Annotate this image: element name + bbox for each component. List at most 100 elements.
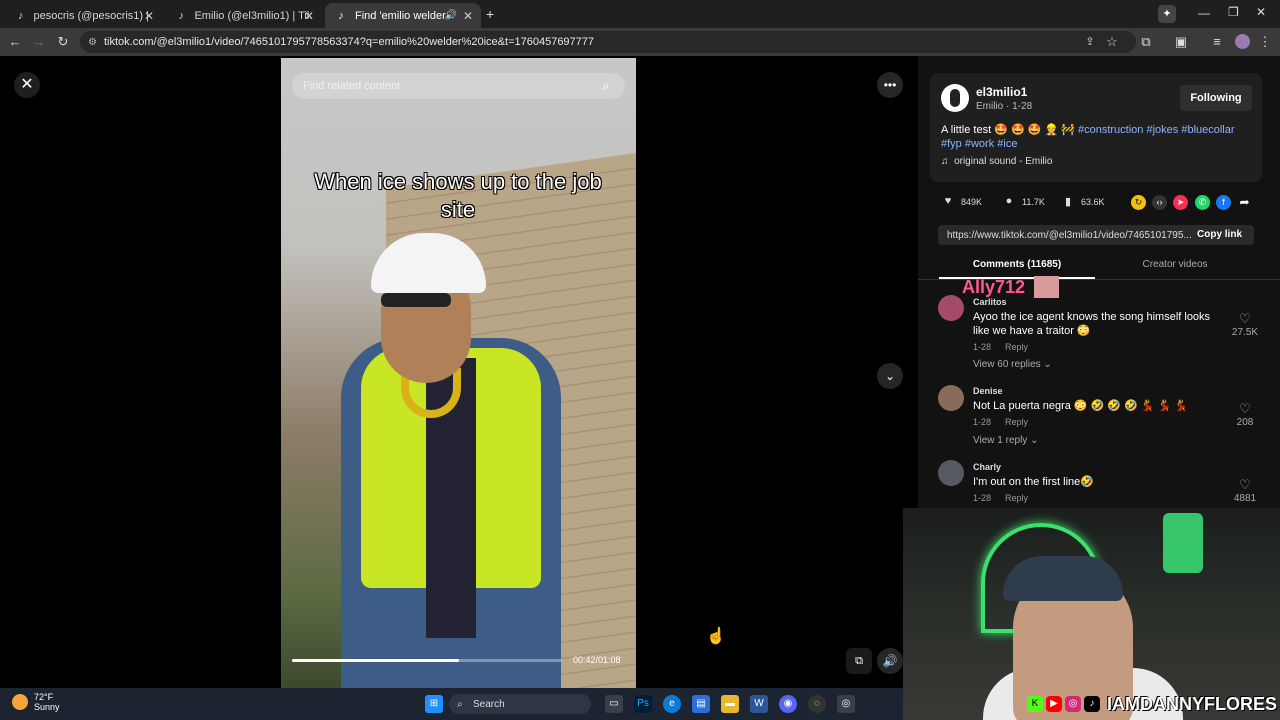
store-icon[interactable]: ▤ bbox=[692, 695, 710, 713]
description-text: A little test 🤩 🤩 🤩 👷 🚧 bbox=[941, 124, 1075, 136]
hashtag-link[interactable]: #construction bbox=[1078, 124, 1143, 136]
site-info-icon[interactable]: ⚙ bbox=[88, 37, 97, 48]
reply-button[interactable]: Reply bbox=[1005, 417, 1028, 427]
hashtag-link[interactable]: #bluecollar bbox=[1181, 124, 1234, 136]
related-search-input[interactable]: Find related content bbox=[292, 73, 625, 99]
tab-comments[interactable]: Comments (11685) bbox=[939, 259, 1095, 270]
volume-icon[interactable]: 🔊 bbox=[877, 648, 903, 674]
close-icon[interactable]: ✕ bbox=[304, 9, 314, 23]
browser-tab-2[interactable]: ♪ Emilio (@el3milio1) | TikTok ✕ bbox=[166, 3, 322, 28]
close-video-button[interactable]: ✕ bbox=[14, 72, 40, 98]
url-text: tiktok.com/@el3milio1/video/746510179577… bbox=[104, 36, 595, 48]
browser-tab-3[interactable]: ♪ Find 'emilio welder ice' on 🔊 ✕ bbox=[325, 3, 481, 28]
tab-creator-videos[interactable]: Creator videos bbox=[1097, 259, 1253, 270]
creator-avatar[interactable] bbox=[941, 84, 969, 112]
weather-widget[interactable]: 72°F Sunny bbox=[12, 692, 60, 712]
video-player[interactable] bbox=[281, 58, 636, 688]
view-replies-button[interactable]: View 1 reply ⌄ bbox=[973, 435, 1038, 446]
instagram-icon: ◎ bbox=[1065, 696, 1081, 712]
windows-start-icon[interactable]: ⊞ bbox=[425, 695, 443, 713]
address-bar[interactable]: ⚙ tiktok.com/@el3milio1/video/7465101795… bbox=[80, 31, 1136, 53]
more-options-icon[interactable]: ••• bbox=[877, 72, 903, 98]
save-count: 63.6K bbox=[1081, 197, 1105, 207]
taskbar-search[interactable]: ⌕ Search bbox=[449, 694, 591, 714]
reply-button[interactable]: Reply bbox=[1005, 493, 1028, 503]
comment-like[interactable]: ♡ 4881 bbox=[1225, 477, 1265, 504]
commenter-avatar[interactable] bbox=[938, 295, 964, 321]
browser-tab-1[interactable]: ♪ pesocris (@pesocris1) | TikTok ✕ bbox=[6, 3, 162, 28]
new-tab-icon[interactable]: + bbox=[486, 6, 494, 22]
video-caption: When ice shows up to the job site bbox=[314, 169, 602, 222]
restore-icon[interactable]: ❐ bbox=[1228, 5, 1239, 19]
extensions-icon[interactable]: ⧉ bbox=[1137, 33, 1155, 51]
discord-icon[interactable]: ◉ bbox=[779, 695, 797, 713]
embed-icon[interactable]: ‹› bbox=[1152, 195, 1167, 210]
back-icon[interactable]: ← bbox=[6, 33, 24, 51]
sound-label: original sound - Emilio bbox=[954, 156, 1053, 167]
minimize-icon[interactable]: — bbox=[1198, 6, 1210, 20]
following-button[interactable]: Following bbox=[1180, 85, 1252, 111]
comment-icon: ● bbox=[1005, 195, 1013, 207]
chevron-down-icon[interactable]: ⌄ bbox=[877, 363, 903, 389]
view-replies-button[interactable]: View 60 replies ⌄ bbox=[973, 359, 1052, 370]
comment-like-count: 27.5K bbox=[1231, 327, 1259, 338]
repost-icon[interactable]: ↻ bbox=[1131, 195, 1146, 210]
heart-outline-icon: ♡ bbox=[1239, 311, 1251, 326]
hashtag-link[interactable]: #fyp bbox=[941, 138, 962, 150]
file-explorer-icon[interactable]: ▬ bbox=[721, 695, 739, 713]
commenter-name[interactable]: Denise bbox=[973, 386, 1003, 396]
heart-outline-icon: ♡ bbox=[1239, 477, 1251, 492]
obs-icon[interactable]: ◌ bbox=[808, 695, 826, 713]
gemini-icon[interactable]: ✦ bbox=[1158, 5, 1176, 23]
comment-stat[interactable]: ● 11.7K bbox=[1002, 195, 1045, 209]
audio-icon[interactable]: 🔊 bbox=[445, 10, 457, 21]
hashtag-link[interactable]: #ice bbox=[997, 138, 1017, 150]
music-note-icon: ♫ bbox=[941, 156, 949, 167]
search-icon[interactable]: ⌕ bbox=[598, 78, 614, 94]
window-close-icon[interactable]: ✕ bbox=[1256, 5, 1266, 19]
word-icon[interactable]: W bbox=[750, 695, 768, 713]
comment-like-count: 4881 bbox=[1233, 493, 1257, 504]
split-view-icon[interactable]: ▣ bbox=[1172, 33, 1190, 51]
hashtag-link[interactable]: #work bbox=[965, 138, 994, 150]
forward-icon[interactable]: → bbox=[30, 33, 48, 51]
heart-icon: ♥ bbox=[944, 195, 952, 207]
facebook-icon[interactable]: f bbox=[1216, 195, 1231, 210]
bookmark-star-icon[interactable]: ☆ bbox=[1103, 33, 1121, 51]
close-icon[interactable]: ✕ bbox=[463, 9, 473, 23]
reading-list-icon[interactable]: ≡ bbox=[1208, 33, 1226, 51]
hashtag-link[interactable]: #jokes bbox=[1146, 124, 1178, 136]
share-arrow-icon[interactable]: ➦ bbox=[1237, 195, 1252, 210]
commenter-name[interactable]: Carlitos bbox=[973, 297, 1007, 307]
search-placeholder: Find related content bbox=[303, 80, 401, 92]
profile-avatar[interactable] bbox=[1235, 34, 1250, 49]
reply-button[interactable]: Reply bbox=[1005, 342, 1028, 352]
task-view-icon[interactable]: ▭ bbox=[605, 695, 623, 713]
close-icon[interactable]: ✕ bbox=[144, 9, 154, 23]
edge-icon[interactable]: e bbox=[663, 695, 681, 713]
menu-icon[interactable]: ⋮ bbox=[1256, 33, 1274, 51]
sound-link[interactable]: ♫ original sound - Emilio bbox=[941, 156, 1052, 167]
whatsapp-icon[interactable]: ✆ bbox=[1195, 195, 1210, 210]
reload-icon[interactable]: ↻ bbox=[54, 33, 72, 51]
progress-fill bbox=[292, 659, 459, 662]
comment-date: 1-28 bbox=[973, 493, 992, 503]
commenter-avatar[interactable] bbox=[938, 385, 964, 411]
commenter-name[interactable]: Charly bbox=[973, 462, 1001, 472]
pip-icon[interactable]: ⧉ bbox=[846, 648, 872, 674]
comment-text: I'm out on the first line🤣 bbox=[973, 476, 1094, 488]
commenter-avatar[interactable] bbox=[938, 460, 964, 486]
install-icon[interactable]: ⇪ bbox=[1081, 33, 1099, 51]
comment-like[interactable]: ♡ 208 bbox=[1225, 401, 1265, 428]
heart-outline-icon: ♡ bbox=[1239, 401, 1251, 416]
chrome-icon[interactable]: ◎ bbox=[837, 695, 855, 713]
like-stat[interactable]: ♥ 849K bbox=[941, 195, 982, 209]
send-icon[interactable]: ➤ bbox=[1173, 195, 1188, 210]
photoshop-icon[interactable]: Ps bbox=[634, 695, 652, 713]
comment-like[interactable]: ♡ 27.5K bbox=[1225, 311, 1265, 338]
save-stat[interactable]: ▮ 63.6K bbox=[1061, 195, 1105, 209]
copy-link-button[interactable]: Copy link bbox=[1197, 229, 1242, 240]
streamer-handle: IAMDANNYFLORES bbox=[1107, 693, 1277, 714]
tiktok-icon: ♪ bbox=[1084, 696, 1100, 712]
creator-username[interactable]: el3milio1 bbox=[976, 85, 1027, 99]
